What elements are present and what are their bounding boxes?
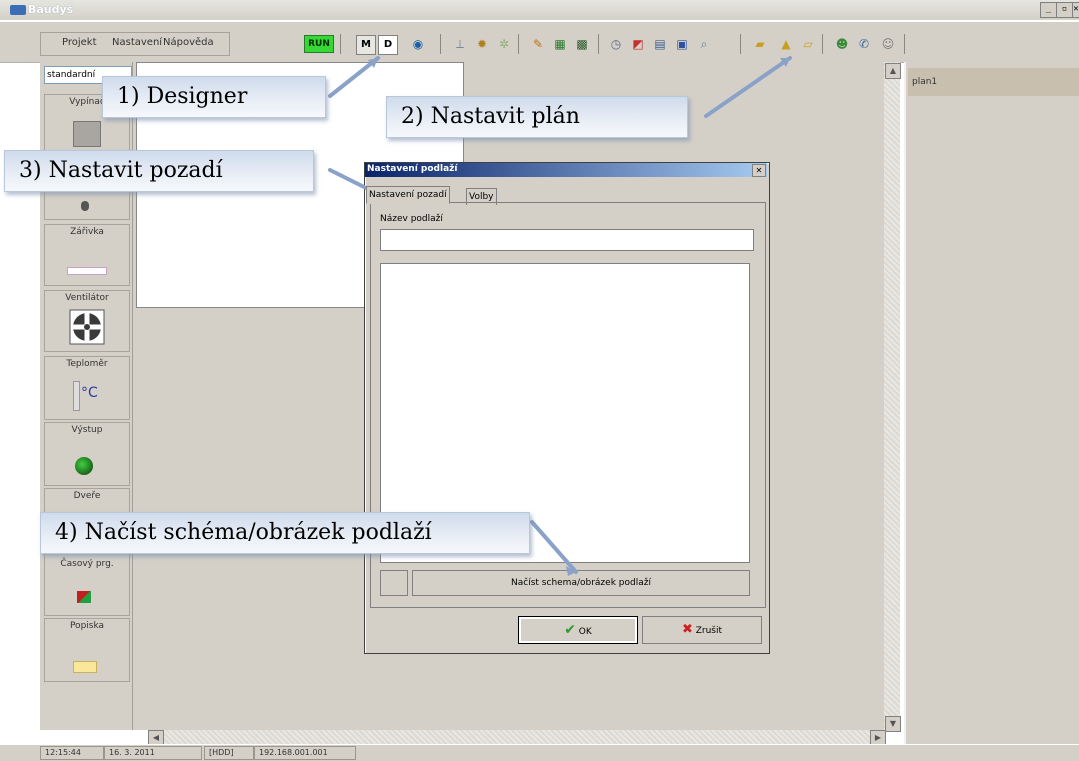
fan-icon <box>69 309 105 345</box>
chart-icon[interactable]: ◩ <box>630 36 646 52</box>
cancel-button[interactable]: ✖ Zrušit <box>642 616 762 644</box>
add-plan-icon[interactable]: ▰ <box>752 36 768 52</box>
ok-label: OK <box>578 627 592 637</box>
remove-user-icon[interactable]: ☺ <box>880 36 896 52</box>
edit-plan-icon[interactable]: ▱ <box>800 36 816 52</box>
palette-item-label: Ventilátor <box>65 293 109 303</box>
tools-icon[interactable]: ✎ <box>530 36 546 52</box>
load-schema-button[interactable]: Načíst schema/obrázek podlaží <box>412 570 750 596</box>
app-logo-icon <box>10 5 26 15</box>
palette-item-timer[interactable]: Časový prg. <box>44 552 130 616</box>
floor-name-label: Název podlaží <box>380 214 443 224</box>
plan-icon[interactable]: ▲ <box>778 36 794 52</box>
connect-icon[interactable]: ⟂ <box>452 36 468 52</box>
bulb-icon <box>81 201 89 211</box>
timer-program-icon <box>77 591 91 603</box>
palette-item-label: Dveře <box>73 491 101 501</box>
toolbar-separator <box>822 34 823 54</box>
close-window-icon[interactable]: ✕ <box>1072 2 1079 18</box>
cancel-label: Zrušit <box>695 626 723 636</box>
palette-item-label: Zářivka <box>70 227 104 237</box>
switch-icon <box>73 121 101 147</box>
maximize-icon[interactable]: ▫ <box>1056 2 1073 18</box>
ok-button[interactable]: ✔ OK <box>518 616 638 644</box>
scroll-down-icon[interactable]: ▼ <box>885 716 901 732</box>
menu-projekt[interactable]: Projekt <box>62 37 97 48</box>
search-icon[interactable]: ⌕ <box>696 36 712 52</box>
palette-item-thermometer[interactable]: Teploměr °C <box>44 356 130 420</box>
dialog-close-icon[interactable]: ✕ <box>752 164 766 177</box>
fluorescent-lamp-icon <box>67 267 107 275</box>
status-drive: [HDD] <box>204 746 254 760</box>
cancel-x-icon: ✖ <box>681 622 693 637</box>
status-date: 16. 3. 2011 <box>104 746 202 760</box>
palette-item-label: Teploměr <box>66 359 108 369</box>
settings-icon[interactable]: ✲ <box>496 36 512 52</box>
palette-item-label: Časový prg. <box>60 559 114 569</box>
palette-item-label: Výstup <box>71 425 103 435</box>
toolbar-separator <box>598 34 599 54</box>
mode-m-button[interactable]: M <box>356 35 376 55</box>
timer-icon[interactable]: ◷ <box>608 36 624 52</box>
title-bar <box>0 0 1079 20</box>
palette-item-output[interactable]: Výstup <box>44 422 130 486</box>
add-user-icon[interactable]: ☻ <box>834 36 850 52</box>
toolbar-separator <box>904 34 905 54</box>
toolbar-separator <box>340 34 341 54</box>
check-icon: ✔ <box>564 622 576 638</box>
thermometer-unit: °C <box>81 385 98 401</box>
palette-item-fan[interactable]: Ventilátor <box>44 290 130 352</box>
label-icon <box>73 661 97 673</box>
minimize-icon[interactable]: _ <box>1040 2 1057 18</box>
horizontal-scrollbar[interactable] <box>148 730 884 744</box>
vertical-scrollbar[interactable] <box>884 62 900 730</box>
plan-list-item[interactable]: plan1 <box>908 68 1079 96</box>
menu-napoveda[interactable]: Nápověda <box>163 37 214 48</box>
callout-designer: 1) Designer <box>102 76 326 118</box>
toolbar-separator <box>440 34 441 54</box>
globe-icon[interactable]: ◉ <box>410 36 426 52</box>
callout-load-schema: 4) Načíst schéma/obrázek podlaží <box>40 512 530 554</box>
palette-item-label[interactable]: Popiska <box>44 618 130 682</box>
toolbar-separator <box>518 34 519 54</box>
phone-icon[interactable]: ✆ <box>856 36 872 52</box>
output-led-icon <box>75 457 93 475</box>
palette-item-fluorescent[interactable]: Zářivka <box>44 224 130 286</box>
designer-mode-button[interactable]: D <box>378 35 398 55</box>
status-ip: 192.168.001.001 <box>254 746 356 760</box>
callout-set-plan: 2) Nastavit plán <box>386 96 688 138</box>
dialog-title: Nastavení podlaží <box>367 164 458 174</box>
app-title: Baudyš <box>28 3 74 16</box>
tab-background-settings[interactable]: Nastavení pozadí <box>366 186 450 204</box>
grid-icon[interactable]: ▦ <box>552 36 568 52</box>
status-time: 12:15:44 <box>40 746 104 760</box>
floor-name-input[interactable] <box>380 229 754 251</box>
refresh-icon[interactable]: ✹ <box>474 36 490 52</box>
monitor-icon[interactable]: ▣ <box>674 36 690 52</box>
thermometer-icon <box>73 381 80 411</box>
modules-icon[interactable]: ▩ <box>574 36 590 52</box>
toolbar-separator <box>740 34 741 54</box>
run-button[interactable]: RUN <box>304 35 334 53</box>
callout-set-background: 3) Nastavit pozadí <box>4 150 314 192</box>
document-icon[interactable]: ▤ <box>652 36 668 52</box>
scroll-up-icon[interactable]: ▲ <box>885 63 901 79</box>
menu-nastaveni[interactable]: Nastavení <box>112 37 162 48</box>
plan-list-panel <box>904 62 1079 744</box>
palette-item-label: Popiska <box>69 621 105 631</box>
clear-background-button[interactable] <box>380 570 408 596</box>
